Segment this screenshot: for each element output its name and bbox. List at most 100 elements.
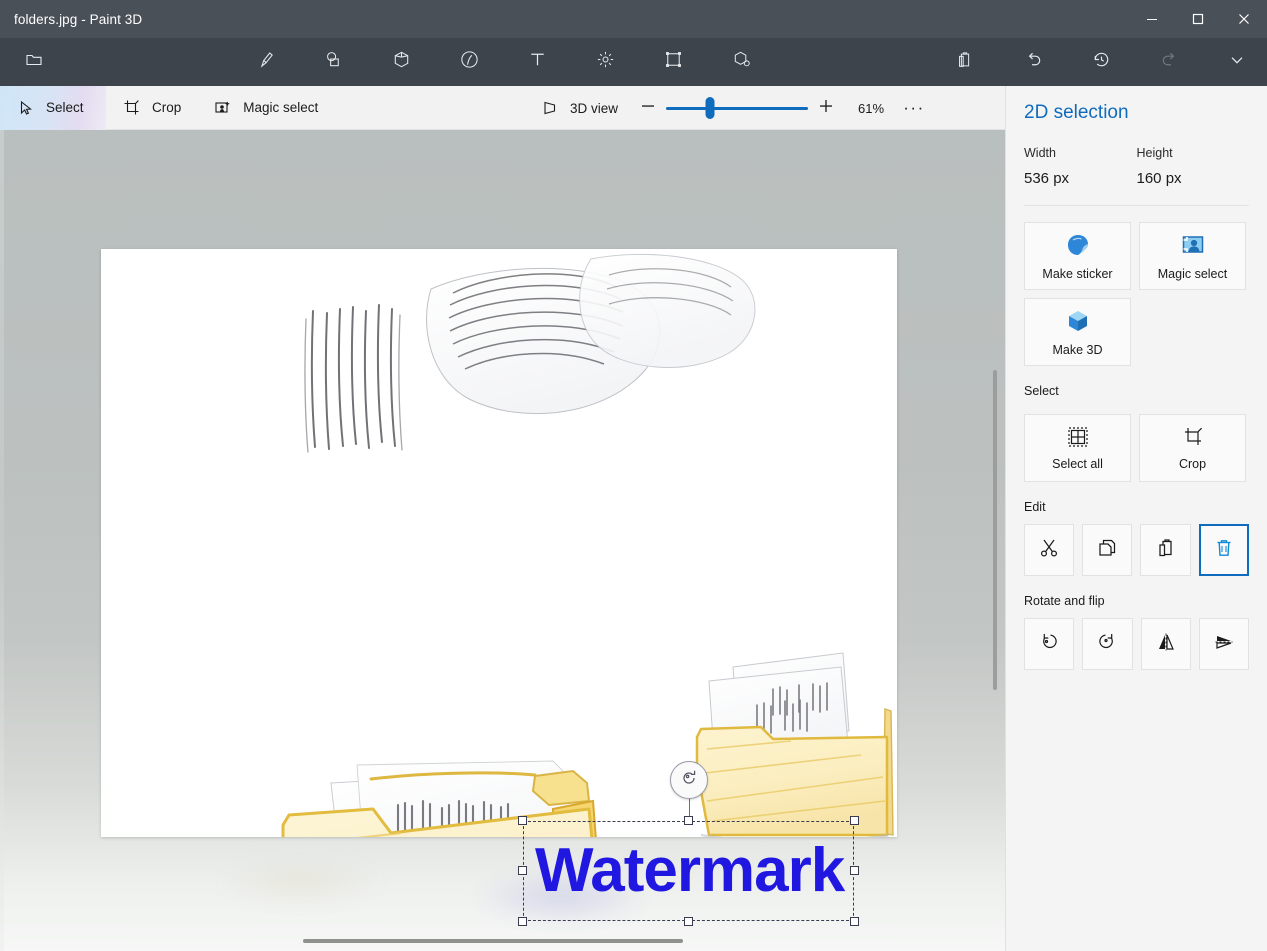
copy-button[interactable] <box>1082 524 1133 576</box>
chevron-down-icon <box>1227 50 1247 75</box>
more-options-button[interactable]: ··· <box>898 90 930 126</box>
select-all-label: Select all <box>1052 456 1103 471</box>
artwork-folders-sketch <box>101 249 897 837</box>
rotate-left-button[interactable] <box>1024 618 1075 670</box>
redo-button[interactable] <box>1147 40 1191 84</box>
resize-handle-e[interactable] <box>850 866 859 875</box>
rotate-handle[interactable] <box>669 761 708 799</box>
magic-select-panel-button[interactable]: Magic select <box>1139 222 1246 290</box>
title-bar: folders.jpg - Paint 3D <box>0 0 1267 38</box>
zoom-out-button[interactable] <box>630 90 666 126</box>
edit-section-label: Edit <box>1024 500 1046 514</box>
tool-stickers[interactable] <box>447 40 491 84</box>
delete-button[interactable] <box>1198 524 1249 576</box>
maximize-button[interactable] <box>1175 0 1221 38</box>
paste-button[interactable] <box>943 40 987 84</box>
make-sticker-button[interactable]: Make sticker <box>1024 222 1131 290</box>
redo-icon <box>1159 49 1180 75</box>
zoom-percent-label: 61% <box>858 100 885 116</box>
cut-button[interactable] <box>1024 524 1075 576</box>
make-3d-button[interactable]: Make 3D <box>1024 298 1131 366</box>
resize-handle-sw[interactable] <box>518 917 527 926</box>
undo-button[interactable] <box>1011 40 1055 84</box>
properties-panel: 2D selection Width 536 px Height 160 px <box>1005 86 1267 951</box>
horizontal-scrollbar[interactable] <box>303 939 683 943</box>
zoom-slider[interactable] <box>666 90 809 126</box>
stickers-icon <box>459 49 480 75</box>
height-field: Height 160 px <box>1137 146 1250 187</box>
flip-vertical-button[interactable] <box>1198 618 1249 670</box>
text-icon <box>527 49 548 75</box>
canvas-workspace[interactable]: Watermark <box>0 130 1005 951</box>
dimensions-group: Width 536 px Height 160 px <box>1006 124 1267 187</box>
magic-select-panel-label: Magic select <box>1157 266 1228 281</box>
main-toolbar <box>0 38 1267 86</box>
canvas-icon <box>663 49 684 75</box>
watermark-text[interactable]: Watermark <box>535 833 845 909</box>
minimize-button[interactable] <box>1129 0 1175 38</box>
zoom-in-button[interactable] <box>808 90 844 126</box>
tool-3d-shapes[interactable] <box>379 40 423 84</box>
brush-icon <box>255 49 276 75</box>
resize-handle-se[interactable] <box>850 917 859 926</box>
close-button[interactable] <box>1221 0 1267 38</box>
copy-icon <box>1096 537 1118 564</box>
crop-panel-label: Crop <box>1178 456 1207 471</box>
flip-horizontal-button[interactable] <box>1140 618 1191 670</box>
tool-text[interactable] <box>515 40 559 84</box>
vertical-scrollbar[interactable] <box>993 370 997 690</box>
magic-select-icon <box>213 99 233 117</box>
make-sticker-label: Make sticker <box>1042 266 1113 281</box>
crop-panel-button[interactable]: Crop <box>1139 414 1246 482</box>
tool-canvas[interactable] <box>651 40 695 84</box>
selection-box[interactable]: Watermark <box>518 761 859 926</box>
resize-handle-s[interactable] <box>683 917 693 926</box>
expand-menu-button[interactable] <box>1215 40 1259 84</box>
tool-effects[interactable] <box>583 40 627 84</box>
zoom-slider-thumb[interactable] <box>705 97 715 119</box>
resize-handle-n[interactable] <box>683 816 693 825</box>
view-3d-button[interactable]: 3D view <box>528 86 630 130</box>
width-field: Width 536 px <box>1024 146 1137 187</box>
select-all-button[interactable]: Select all <box>1024 414 1131 482</box>
resize-handle-ne[interactable] <box>850 816 859 825</box>
magic-select-tool-label: Magic select <box>243 100 319 115</box>
flip-horizontal-icon <box>1155 631 1177 658</box>
zoom-controls: 3D view 61% ··· <box>528 86 930 130</box>
crop-icon <box>122 99 142 117</box>
resize-handle-nw[interactable] <box>518 816 527 825</box>
width-value[interactable]: 536 px <box>1024 170 1137 187</box>
window-controls <box>1129 0 1267 38</box>
minus-icon <box>639 97 657 120</box>
window-title: folders.jpg - Paint 3D <box>14 11 143 27</box>
trash-icon <box>1213 537 1235 564</box>
paste-panel-button[interactable] <box>1140 524 1191 576</box>
scissors-icon <box>1038 537 1060 564</box>
view-3d-icon <box>540 99 560 117</box>
rotate-right-icon <box>1096 631 1118 658</box>
select-tool-button[interactable]: Select <box>0 85 106 130</box>
tool-3d-library[interactable] <box>719 40 763 84</box>
resize-handle-w[interactable] <box>518 866 527 875</box>
tool-2d-shapes[interactable] <box>311 40 355 84</box>
magic-select-tool-button[interactable]: Magic select <box>197 86 334 130</box>
cursor-icon <box>16 100 36 116</box>
primary-actions-group: Make sticker Magic select Make 3D <box>1006 206 1267 366</box>
toolbar-tools-group <box>243 40 763 84</box>
magic-select-icon <box>1180 232 1206 261</box>
height-label: Height <box>1136 146 1173 160</box>
height-value[interactable]: 160 px <box>1137 170 1250 187</box>
history-button[interactable] <box>1079 40 1123 84</box>
crop-tool-button[interactable]: Crop <box>106 86 197 130</box>
menu-button[interactable] <box>12 40 56 84</box>
rotate-right-button[interactable] <box>1082 618 1133 670</box>
view-3d-label: 3D view <box>570 100 619 116</box>
rotate-actions-group <box>1006 608 1267 670</box>
rotate-left-icon <box>1038 631 1060 658</box>
rotate-section-label: Rotate and flip <box>1024 594 1105 608</box>
tool-brushes[interactable] <box>243 40 287 84</box>
edit-actions-group <box>1006 514 1267 576</box>
flip-vertical-icon <box>1213 631 1235 658</box>
image-canvas[interactable] <box>101 249 897 837</box>
paste-icon <box>955 50 975 75</box>
